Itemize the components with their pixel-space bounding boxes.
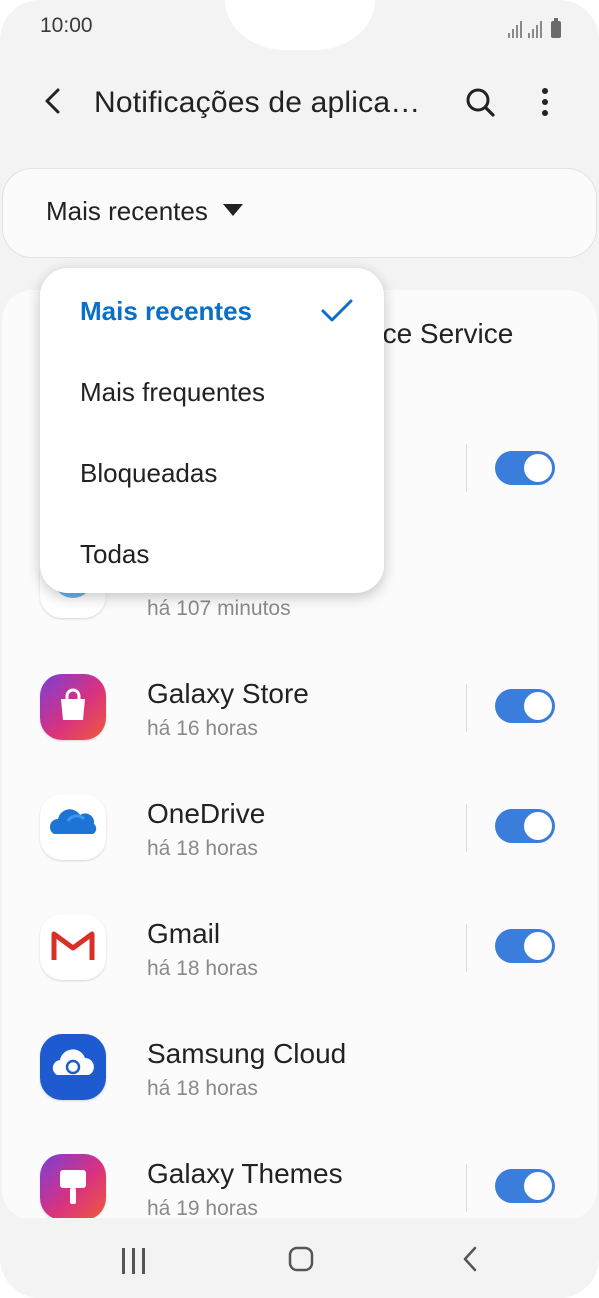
battery-icon	[551, 18, 561, 38]
gmail-icon	[40, 914, 106, 980]
dropdown-option-todas[interactable]: Todas	[80, 539, 149, 570]
hidden-row-time: há 107 minutos	[147, 597, 291, 620]
back-arrow-icon[interactable]	[36, 84, 70, 118]
app-name: Samsung Cloud	[147, 1038, 347, 1069]
app-time: há 16 horas	[147, 717, 258, 740]
row-divider	[466, 804, 467, 852]
list-item-galaxy-themes[interactable]: Galaxy Themes há 19 horas	[2, 1130, 597, 1220]
home-icon[interactable]	[288, 1246, 314, 1272]
row-divider	[466, 1164, 467, 1212]
galaxy-store-icon	[40, 674, 106, 740]
app-name: Galaxy Themes	[147, 1158, 343, 1189]
sort-filter-label: Mais recentes	[46, 196, 208, 226]
dropdown-option-mais-frequentes[interactable]: Mais frequentes	[80, 377, 265, 408]
notification-toggle[interactable]	[495, 689, 555, 723]
row-divider	[466, 444, 467, 492]
sort-filter[interactable]: Mais recentes	[2, 168, 597, 258]
samsung-cloud-icon	[40, 1034, 106, 1100]
phone-screen: 10:00 Notificações de aplica… Mais recen…	[0, 0, 599, 1298]
app-time: há 18 horas	[147, 837, 258, 860]
status-icons	[508, 14, 561, 38]
app-time: há 18 horas	[147, 1077, 258, 1100]
hidden-row-title: nce Service	[367, 318, 514, 349]
search-icon[interactable]	[462, 84, 498, 120]
page-title: Notificações de aplica…	[94, 86, 421, 119]
galaxy-themes-icon	[40, 1154, 106, 1220]
camera-notch	[225, 0, 375, 50]
signal-icon	[508, 20, 522, 38]
notification-toggle[interactable]	[495, 1169, 555, 1203]
list-item-onedrive[interactable]: OneDrive há 18 horas	[2, 770, 597, 880]
onedrive-icon	[40, 794, 106, 860]
app-header: Notificações de aplica…	[0, 70, 599, 134]
dropdown-arrow-icon	[223, 204, 243, 216]
dropdown-option-bloqueadas[interactable]: Bloqueadas	[80, 458, 217, 489]
sort-dropdown-menu: Mais recentes Mais frequentes Bloqueadas…	[40, 268, 384, 593]
more-options-icon[interactable]	[530, 84, 560, 120]
app-name: Gmail	[147, 918, 221, 949]
nav-back-icon[interactable]	[460, 1245, 480, 1273]
app-time: há 18 horas	[147, 957, 258, 980]
hidden-row-toggle[interactable]	[495, 451, 555, 485]
list-item-samsung-cloud[interactable]: Samsung Cloud há 18 horas	[2, 1010, 597, 1120]
app-name: OneDrive	[147, 798, 266, 829]
dropdown-option-mais-recentes[interactable]: Mais recentes	[80, 296, 252, 327]
recent-apps-icon[interactable]	[122, 1248, 148, 1274]
list-item-galaxy-store[interactable]: Galaxy Store há 16 horas	[2, 650, 597, 760]
app-time: há 19 horas	[147, 1197, 258, 1220]
navigation-bar	[0, 1218, 599, 1298]
app-name: Galaxy Store	[147, 678, 309, 709]
row-divider	[466, 924, 467, 972]
signal-icon-2	[528, 20, 542, 38]
notification-toggle[interactable]	[495, 809, 555, 843]
row-divider	[466, 684, 467, 732]
status-time: 10:00	[40, 14, 93, 37]
check-icon	[321, 299, 353, 322]
notification-toggle[interactable]	[495, 929, 555, 963]
list-item-gmail[interactable]: Gmail há 18 horas	[2, 890, 597, 1000]
